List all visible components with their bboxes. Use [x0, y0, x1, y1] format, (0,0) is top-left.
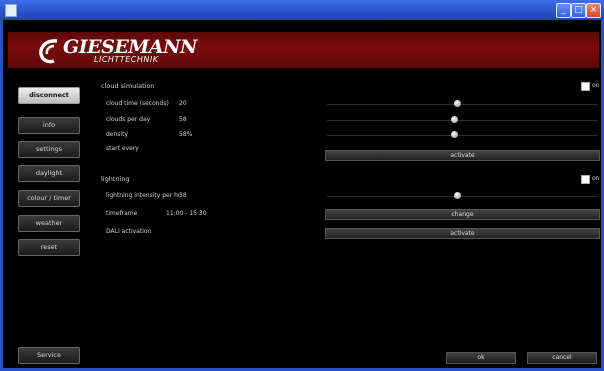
disconnect-button[interactable]: disconnect	[18, 87, 80, 104]
cloud-row-label: clouds per day	[106, 116, 151, 123]
lightning-on-label: on	[592, 175, 600, 182]
brand-banner: GIESEMANN LICHTTECHNIK	[8, 32, 599, 68]
cloud-activate-button[interactable]: activate	[325, 150, 600, 161]
lightning-row-label: DALI activation	[106, 228, 152, 235]
cloud-row-label: cloud time (seconds)	[106, 100, 169, 107]
close-button[interactable]: ×	[586, 3, 601, 18]
minimize-button[interactable]: _	[556, 3, 571, 18]
ok-button[interactable]: ok	[446, 352, 516, 364]
brand-logo-icon	[39, 39, 58, 64]
timeframe-change-button[interactable]: change	[325, 209, 600, 220]
cloud-on-label: on	[592, 82, 600, 89]
cloud-time-slider[interactable]	[327, 104, 598, 105]
clouds-per-day-slider[interactable]	[327, 120, 598, 121]
brand-subtitle: LICHTTECHNIK	[94, 55, 159, 64]
cloud-on-checkbox[interactable]	[581, 82, 590, 91]
lightning-activate-button[interactable]: activate	[325, 228, 600, 239]
title-bar: _ □ ×	[0, 0, 604, 20]
density-slider[interactable]	[327, 135, 598, 136]
cloud-row-value: 58%	[179, 131, 193, 138]
nav-colour-timer[interactable]: colour / timer	[18, 190, 80, 207]
lightning-section-title: lightning	[101, 175, 130, 183]
app-icon	[5, 4, 17, 17]
lightning-row-value: 38	[179, 192, 187, 199]
lightning-row-label: lightning intensity per hr	[106, 192, 181, 199]
cloud-section-title: cloud simulation	[101, 82, 155, 90]
nav-daylight[interactable]: daylight	[18, 165, 80, 182]
nav-weather[interactable]: weather	[18, 215, 80, 232]
service-button[interactable]: Service	[18, 347, 80, 364]
lightning-intensity-slider[interactable]	[327, 196, 598, 197]
timeframe-value: 11:00 - 15:30	[166, 210, 207, 217]
maximize-button[interactable]: □	[571, 3, 586, 18]
cancel-button[interactable]: cancel	[527, 352, 597, 364]
lightning-on-checkbox[interactable]	[581, 175, 590, 184]
lightning-row-label: timeframe	[106, 210, 138, 217]
nav-reset[interactable]: reset	[18, 239, 80, 256]
cloud-row-value: 20	[179, 100, 187, 107]
cloud-row-value: 58	[179, 116, 187, 123]
nav-info[interactable]: info	[18, 117, 80, 134]
nav-settings[interactable]: settings	[18, 141, 80, 158]
cloud-row-label: density	[106, 131, 128, 138]
cloud-row-label: start every	[106, 145, 139, 152]
